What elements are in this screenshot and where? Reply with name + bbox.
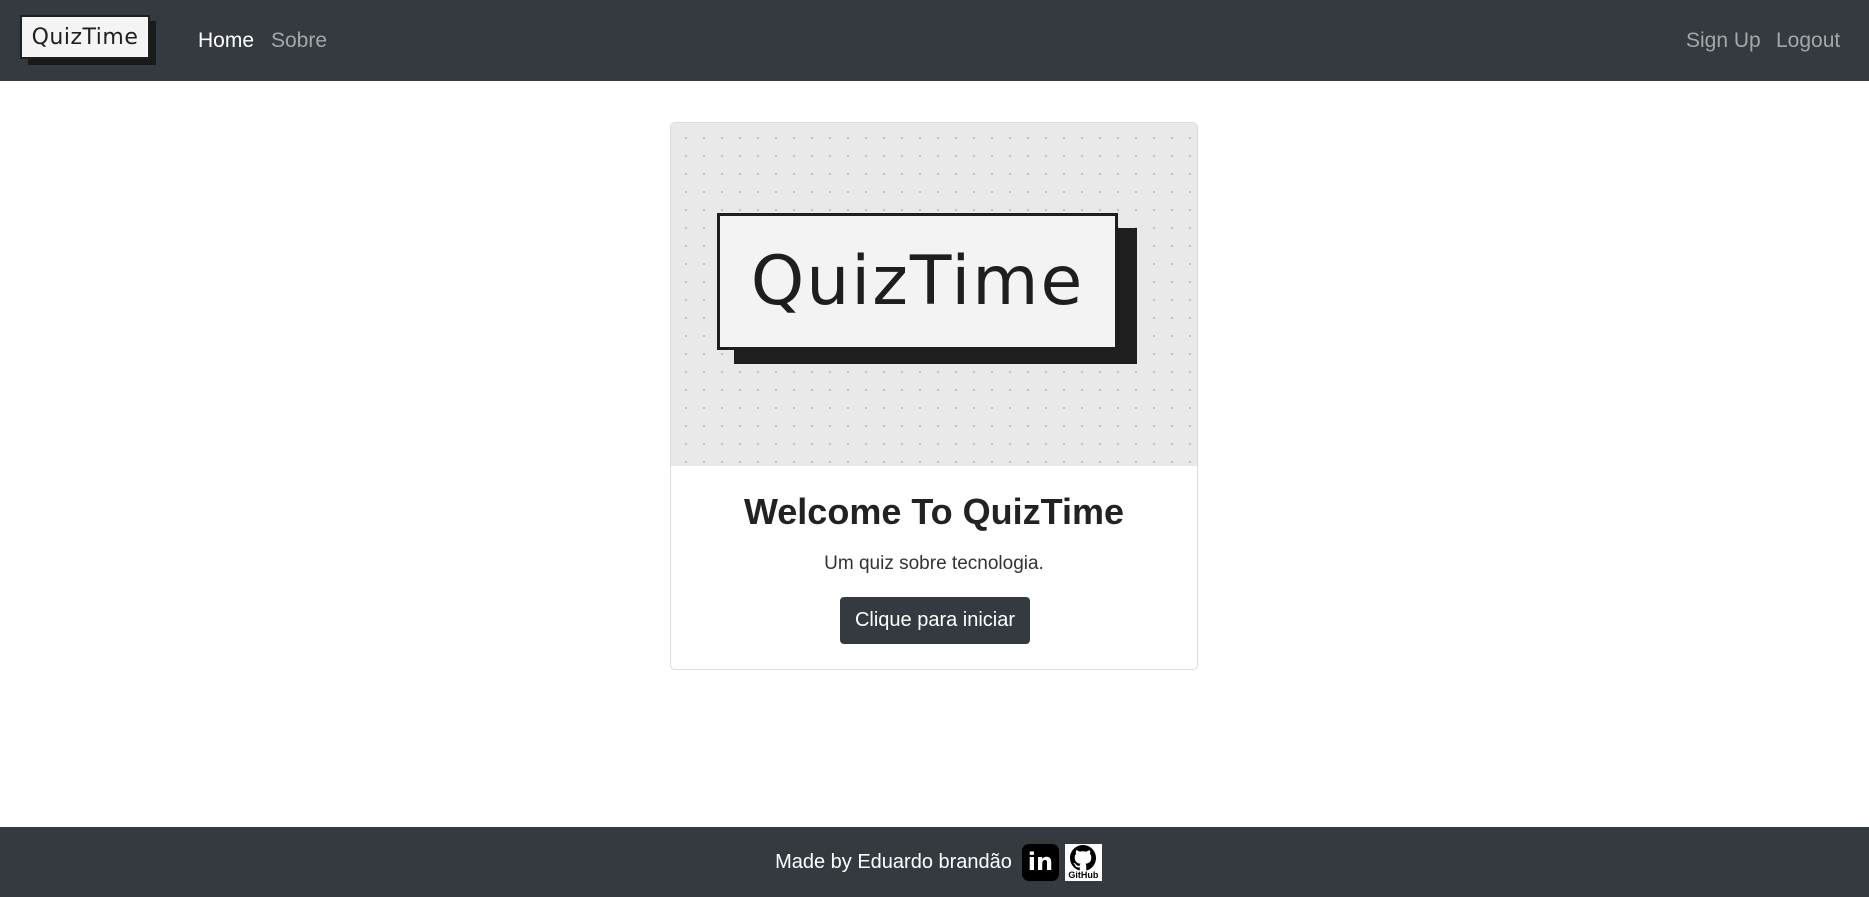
card-title: Welcome To QuizTime (743, 491, 1125, 532)
nav-home-link[interactable]: Home (198, 0, 254, 81)
github-label: GitHub (1068, 869, 1099, 880)
footer-content: Made by Eduardo brandão in GitHub (775, 843, 1102, 881)
start-quiz-button[interactable]: Clique para iniciar (840, 597, 1030, 644)
linkedin-icon[interactable]: in (1021, 843, 1059, 881)
brand-logo-text: QuizTime (20, 15, 150, 59)
card-image: QuizTime (671, 123, 1197, 466)
github-octocat-icon (1070, 844, 1097, 870)
footer-credit: Made by Eduardo brandão (775, 850, 1012, 873)
welcome-card: QuizTime Welcome To QuizTime Um quiz sob… (670, 122, 1198, 670)
nav-logout-link[interactable]: Logout (1776, 0, 1840, 81)
navbar: QuizTime Home Sobre Sign Up Logout (0, 0, 1869, 81)
page: QuizTime Home Sobre Sign Up Logout QuizT… (0, 0, 1869, 897)
brand-logo[interactable]: QuizTime (20, 15, 156, 65)
nav-signup-link[interactable]: Sign Up (1686, 0, 1761, 81)
nav-sobre-link[interactable]: Sobre (271, 0, 327, 81)
github-icon[interactable]: GitHub (1064, 843, 1102, 881)
card-text: Um quiz sobre tecnologia. (824, 553, 1044, 574)
footer: Made by Eduardo brandão in GitHub (0, 827, 1869, 897)
card-logo: QuizTime (717, 213, 1118, 350)
